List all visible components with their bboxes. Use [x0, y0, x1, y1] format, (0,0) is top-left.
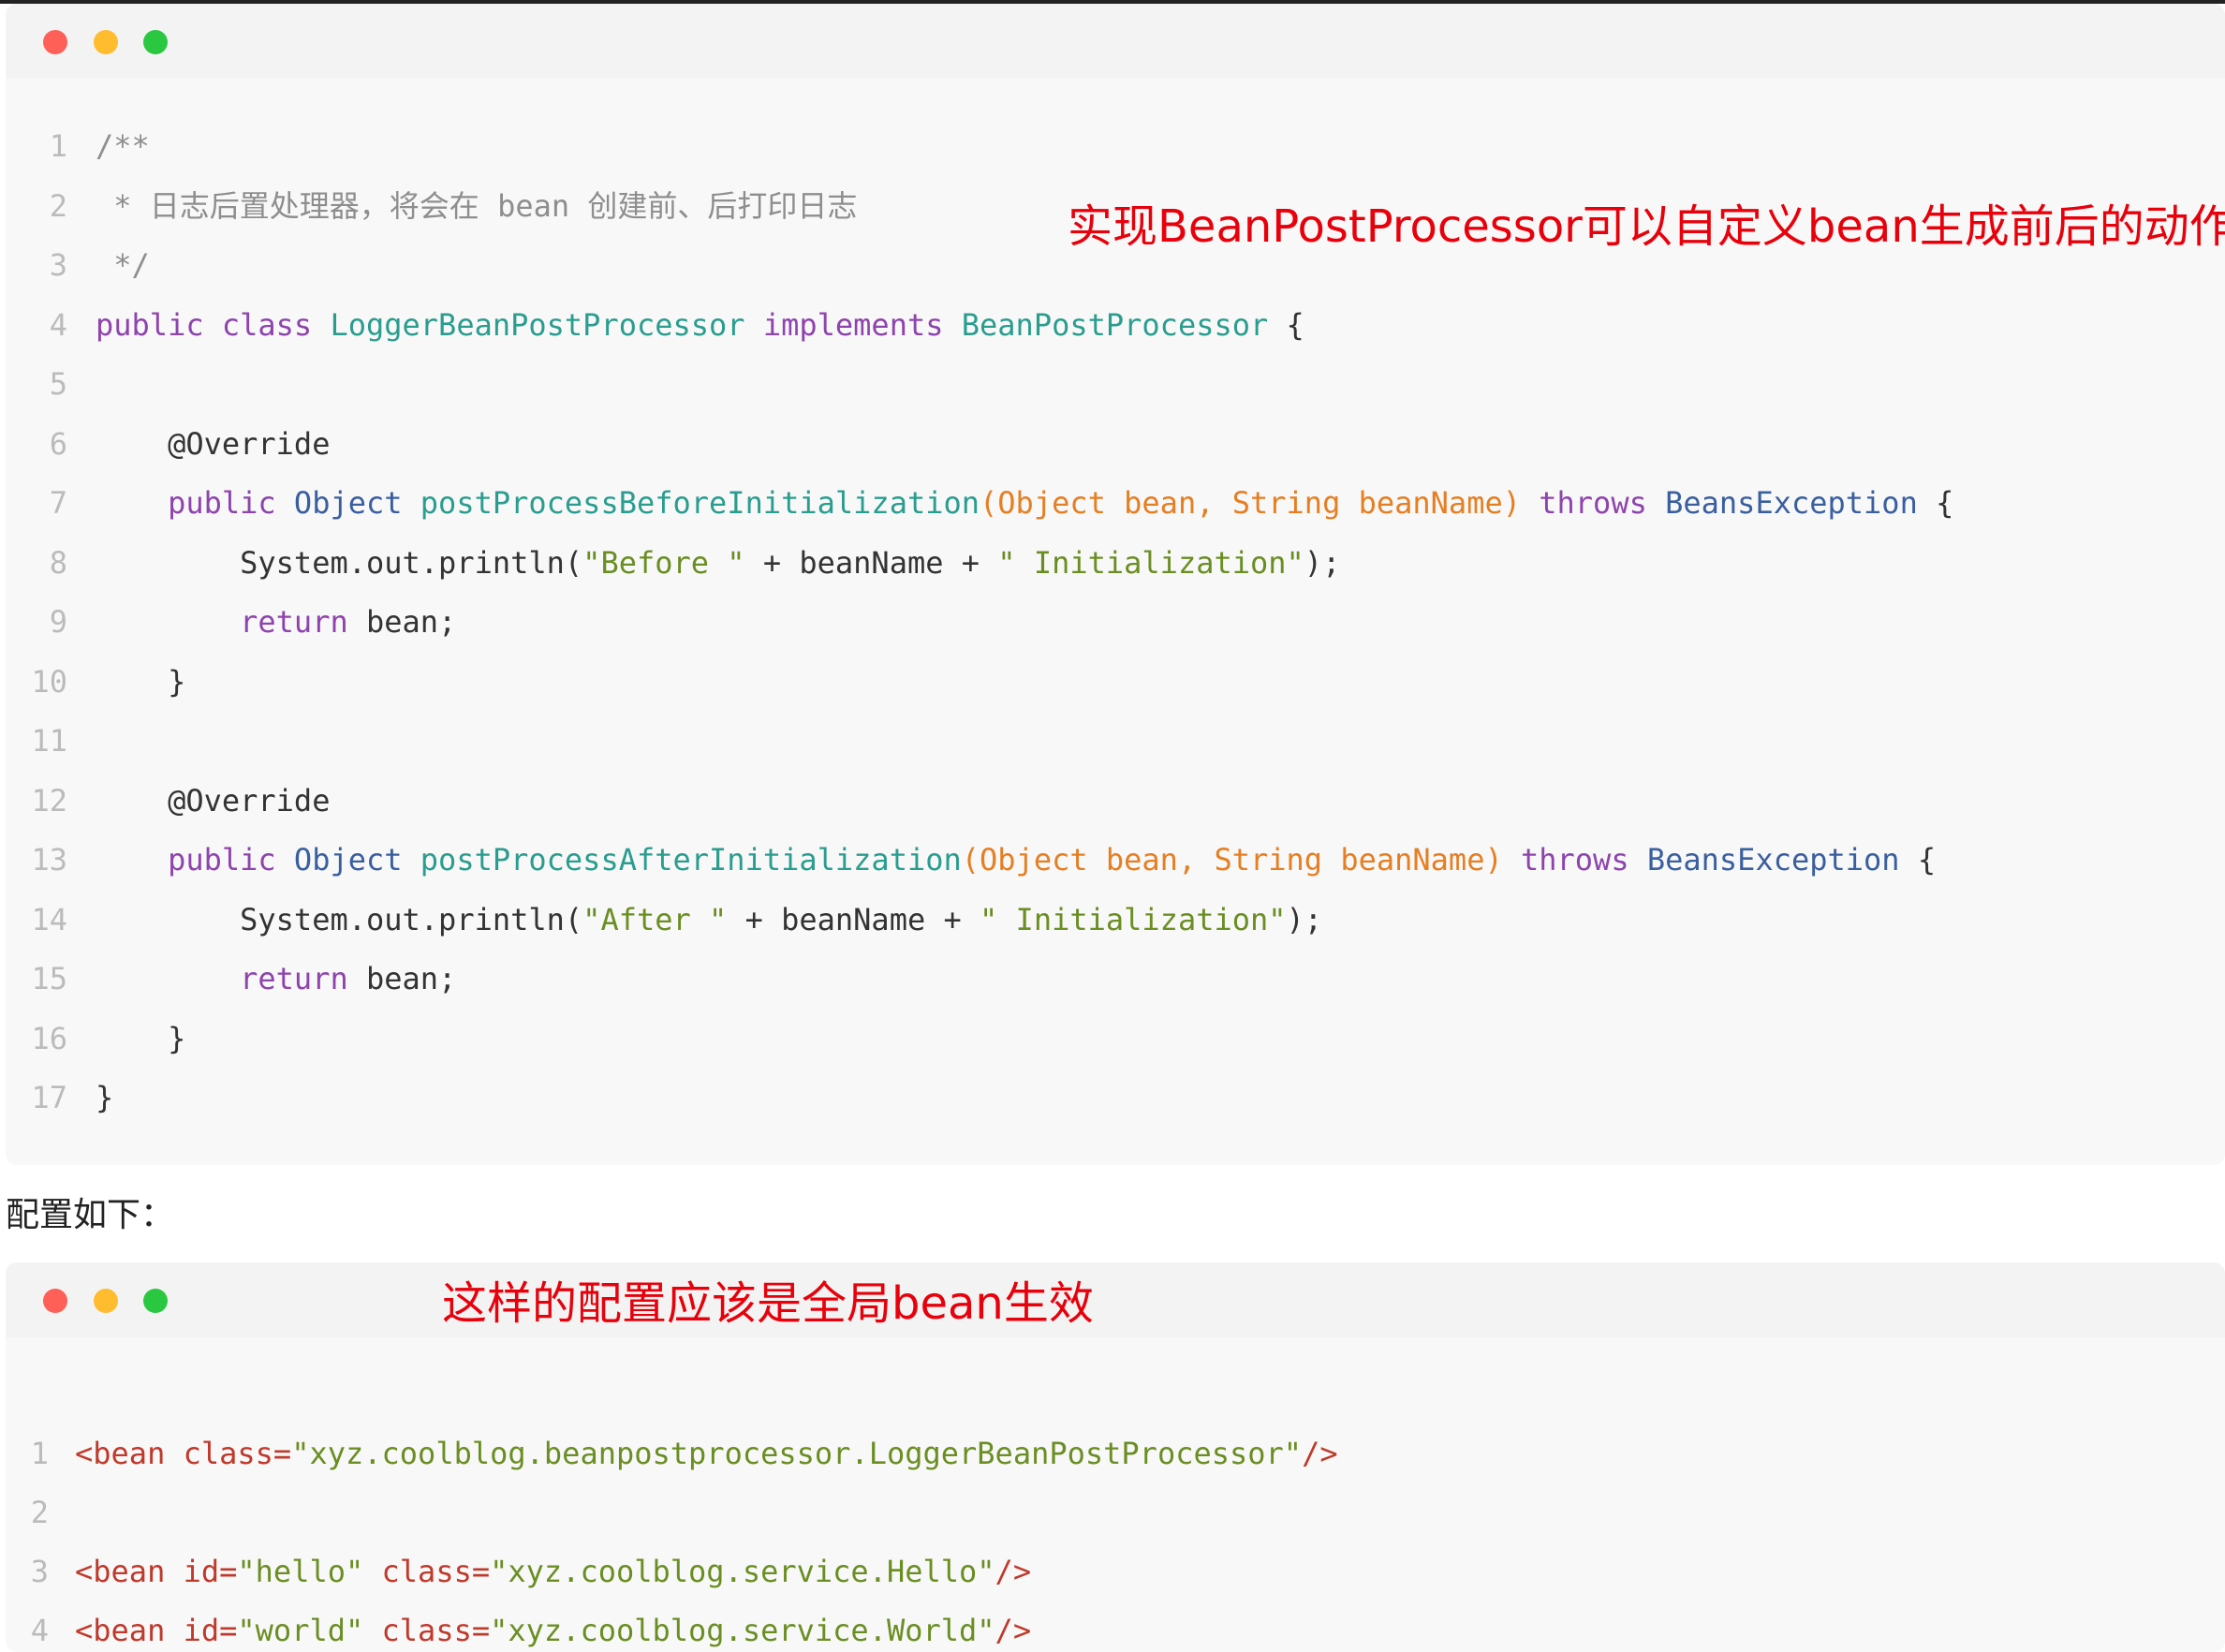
code-line: 4 public class LoggerBeanPostProcessor im… [6, 302, 2225, 347]
code-line: 3 <bean id="hello" class="xyz.coolblog.se… [6, 1549, 2225, 1594]
line-number: 3 [49, 247, 67, 283]
code-line: 13 public Object postProcessAfterInitial… [6, 837, 2225, 882]
xml-code-window: 1 <bean class="xyz.coolblog.beanpostproce… [6, 1262, 2225, 1652]
line-number: 14 [31, 901, 67, 937]
code-line: 12 @Override [6, 778, 2225, 823]
code-line: 14 System.out.println("After " + beanNam… [6, 897, 2225, 942]
code-line: 5 [6, 361, 2225, 406]
line-number: 12 [31, 782, 67, 819]
code-line: 6 @Override [6, 421, 2225, 466]
code-line: 7 public Object postProcessBeforeInitial… [6, 480, 2225, 525]
code-text: return bean; [240, 961, 457, 996]
code-text: System.out.println("Before " + beanName … [96, 544, 1341, 581]
code-text: System.out.println("After " + beanName +… [96, 901, 1323, 937]
xml-code-block: 1 <bean class="xyz.coolblog.beanpostproce… [6, 1337, 2225, 1652]
code-line: 15 return bean; [6, 956, 2225, 1001]
code-text: @Override [96, 425, 331, 462]
line-number: 1 [49, 128, 67, 164]
annotation-top: 实现BeanPostProcessor可以自定义bean生成前后的动作 [1068, 200, 2225, 253]
maximize-dot-icon[interactable] [143, 1289, 168, 1313]
code-text: <bean id="world" class="xyz.coolblog.ser… [75, 1613, 1032, 1648]
code-text: } [96, 1080, 114, 1115]
annotation-bottom: 这样的配置应该是全局bean生效 [442, 1277, 1094, 1330]
code-text: } [96, 1020, 186, 1056]
code-text: } [96, 663, 186, 700]
close-dot-icon[interactable] [43, 30, 67, 54]
line-number: 2 [49, 187, 67, 224]
code-line: 11 [6, 718, 2225, 763]
code-text: <bean id="hello" class="xyz.coolblog.ser… [75, 1554, 1032, 1589]
minimize-dot-icon[interactable] [94, 1289, 118, 1313]
line-number: 6 [49, 425, 67, 462]
code-text: @Override [96, 782, 331, 819]
line-number: 11 [31, 723, 67, 759]
code-text: <bean class="xyz.coolblog.beanpostproces… [75, 1436, 1338, 1471]
code-line: 8 System.out.println("Before " + beanNam… [6, 540, 2225, 585]
line-number: 4 [49, 306, 67, 343]
line-number: 4 [30, 1613, 49, 1648]
code-text: * 日志后置处理器，将会在 bean 创建前、后打印日志 [96, 187, 858, 224]
code-line: 9 return bean; [6, 599, 2225, 644]
window-titlebar [6, 4, 2225, 79]
close-dot-icon[interactable] [43, 1289, 67, 1313]
code-text: /** [96, 128, 150, 164]
line-number: 16 [31, 1020, 67, 1056]
code-text: */ [96, 247, 150, 283]
code-line: 4 <bean id="world" class="xyz.coolblog.se… [6, 1608, 2225, 1652]
code-text: public Object postProcessBeforeInitializ… [168, 485, 1954, 521]
code-line: 17} [6, 1075, 2225, 1120]
code-line: 1 <bean class="xyz.coolblog.beanpostproce… [6, 1431, 2225, 1476]
window-titlebar [6, 1262, 2225, 1337]
line-number: 17 [31, 1080, 67, 1115]
line-number: 8 [49, 544, 67, 581]
line-number: 13 [31, 842, 67, 878]
line-number: 3 [30, 1554, 49, 1589]
line-number: 1 [30, 1436, 49, 1471]
line-number: 7 [49, 485, 67, 521]
minimize-dot-icon[interactable] [94, 30, 118, 54]
line-number: 10 [31, 663, 67, 700]
line-number: 5 [49, 366, 67, 402]
code-line: 1 /** [6, 124, 2225, 169]
code-line: 2 [6, 1490, 2225, 1535]
code-text: return bean; [240, 604, 457, 640]
code-line: 16 } [6, 1016, 2225, 1061]
code-line: 10 } [6, 659, 2225, 704]
line-number: 9 [49, 604, 67, 640]
line-number: 15 [31, 961, 67, 996]
line-number: 2 [30, 1495, 49, 1530]
java-code-window: 1/** 2 * 日志后置处理器，将会在 bean 创建前、后打印日志 3 */4 p… [6, 4, 2225, 1165]
code-text: public class LoggerBeanPostProcessor imp… [96, 306, 1304, 343]
config-paragraph: 配置如下： [6, 1196, 175, 1234]
code-text: public Object postProcessAfterInitializa… [168, 842, 1937, 878]
maximize-dot-icon[interactable] [143, 30, 168, 54]
